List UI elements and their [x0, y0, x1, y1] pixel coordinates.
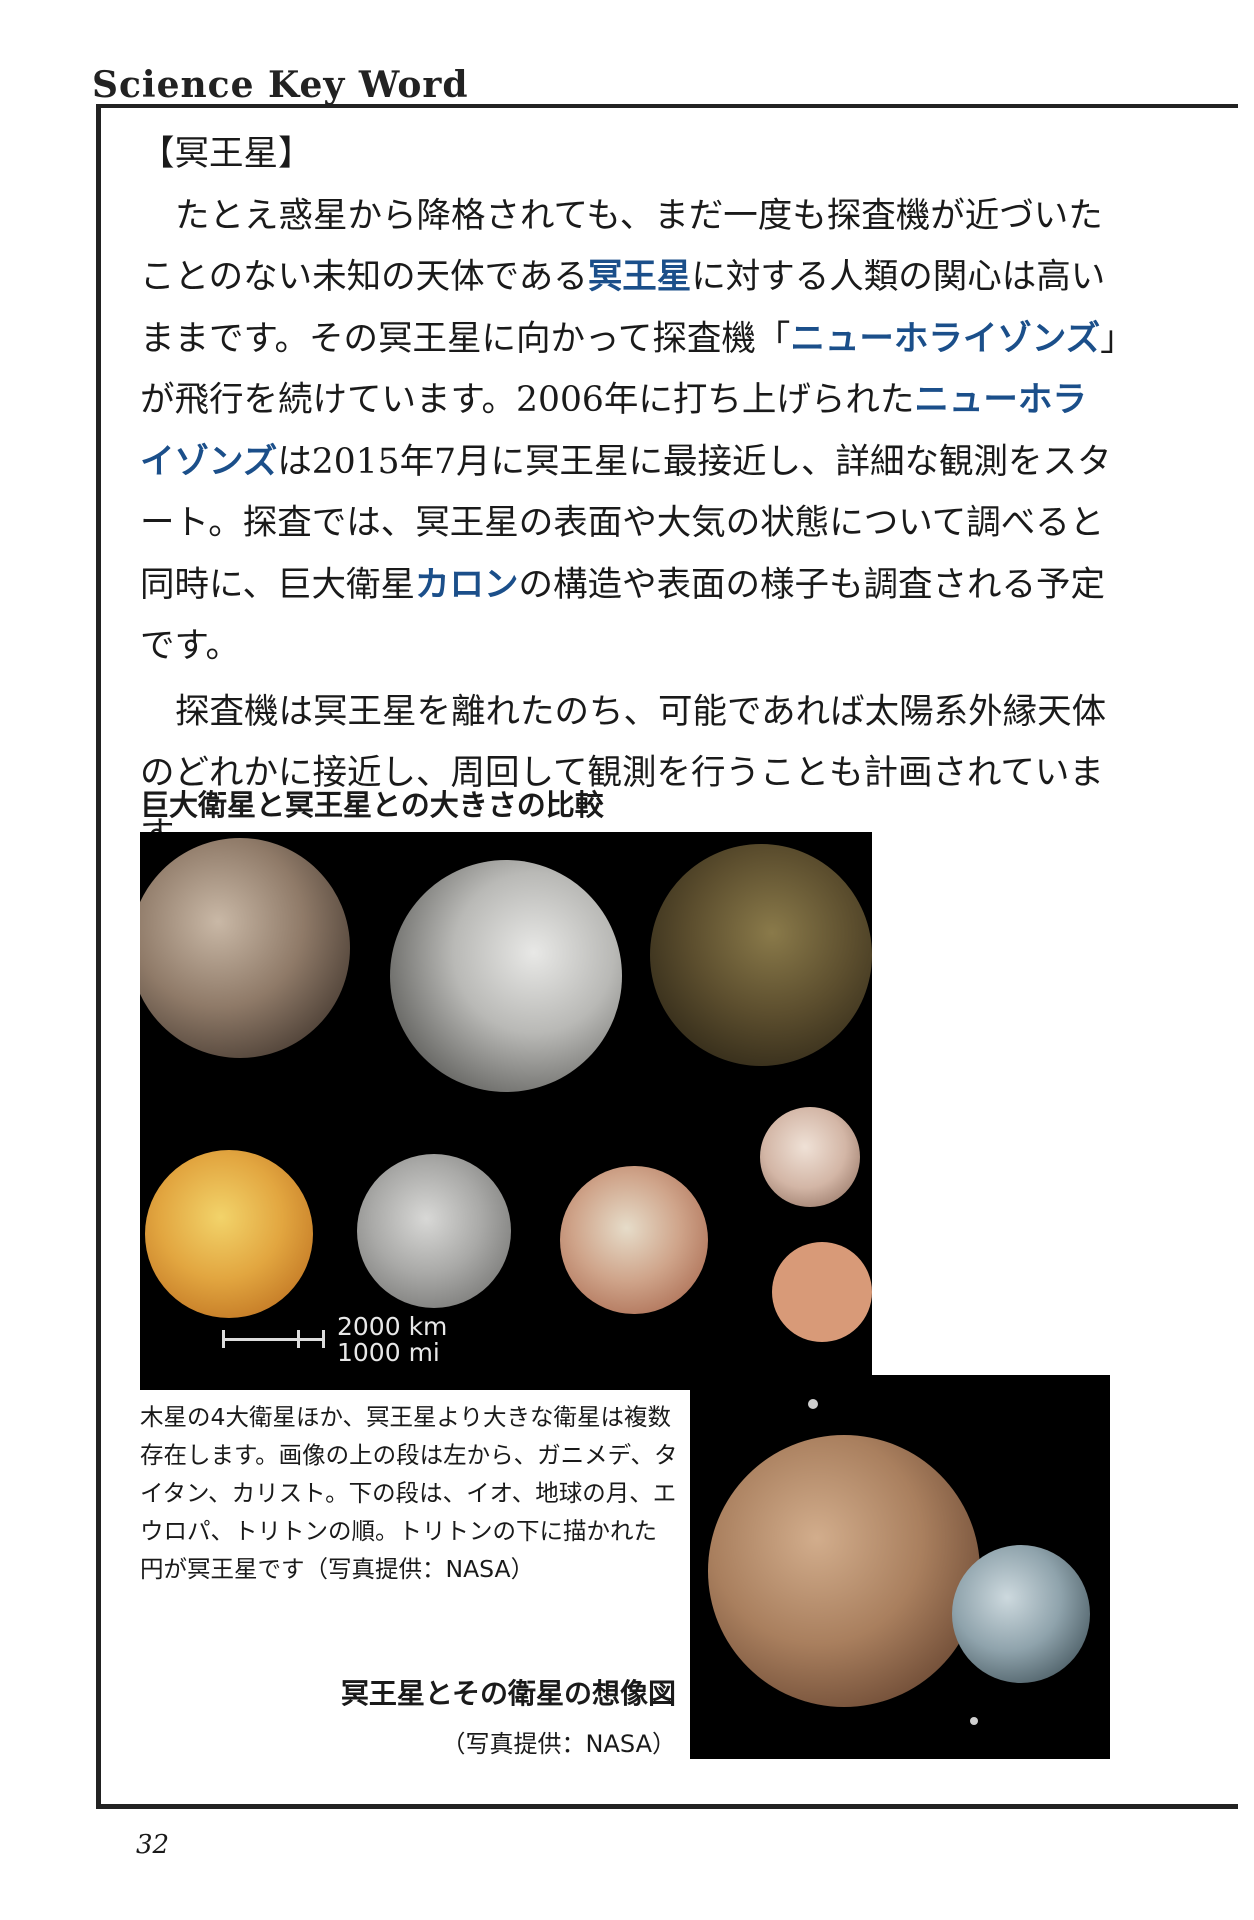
figure2-credit: （写真提供：NASA）	[441, 1730, 676, 1758]
keyword-new-horizons: ニューホライゾンズ	[790, 318, 1101, 359]
article-paragraph-1: たとえ惑星から降格されても、まだ一度も探査機が近づいたことのない未知の天体である…	[140, 186, 1120, 678]
callisto-image	[650, 844, 872, 1066]
scale-mi-label: 1000 mi	[337, 1338, 440, 1367]
scale-tick	[322, 1330, 325, 1348]
scale-km-label: 2000 km	[337, 1312, 448, 1341]
page-number: 32	[136, 1830, 170, 1860]
moons-comparison-image: 2000 km 1000 mi	[140, 832, 872, 1390]
europa-image	[560, 1166, 708, 1314]
moon-image	[357, 1154, 511, 1308]
io-image	[145, 1150, 313, 1318]
article-heading: 【冥王星】	[140, 134, 313, 174]
charon-image	[952, 1545, 1090, 1683]
figure2-title: 冥王星とその衛星の想像図	[340, 1677, 676, 1710]
figure1-caption: 木星の4大衛星ほか、冥王星より大きな衛星は複数存在します。画像の上の段は左から、…	[140, 1403, 678, 1583]
triton-image	[760, 1107, 860, 1207]
figure1-title: 巨大衛星と冥王星との大きさの比較	[140, 788, 604, 822]
pluto-image	[708, 1435, 980, 1707]
scale-tick	[222, 1330, 225, 1348]
keyword-pluto: 冥王星	[587, 257, 692, 297]
scale-line	[222, 1338, 322, 1341]
pluto-system-image	[690, 1375, 1110, 1759]
titan-image	[390, 860, 622, 1092]
article-body: 【冥王星】 たとえ惑星から降格されても、まだ一度も探査機が近づいたことのない未知…	[140, 124, 1120, 866]
ganymede-image	[140, 838, 350, 1058]
scale-tick	[297, 1330, 300, 1348]
keyword-charon: カロン	[414, 564, 519, 605]
series-title: Science Key Word	[92, 64, 469, 106]
small-moon-image	[970, 1717, 978, 1725]
pluto-disc	[772, 1242, 872, 1342]
small-moon-image	[808, 1399, 818, 1409]
